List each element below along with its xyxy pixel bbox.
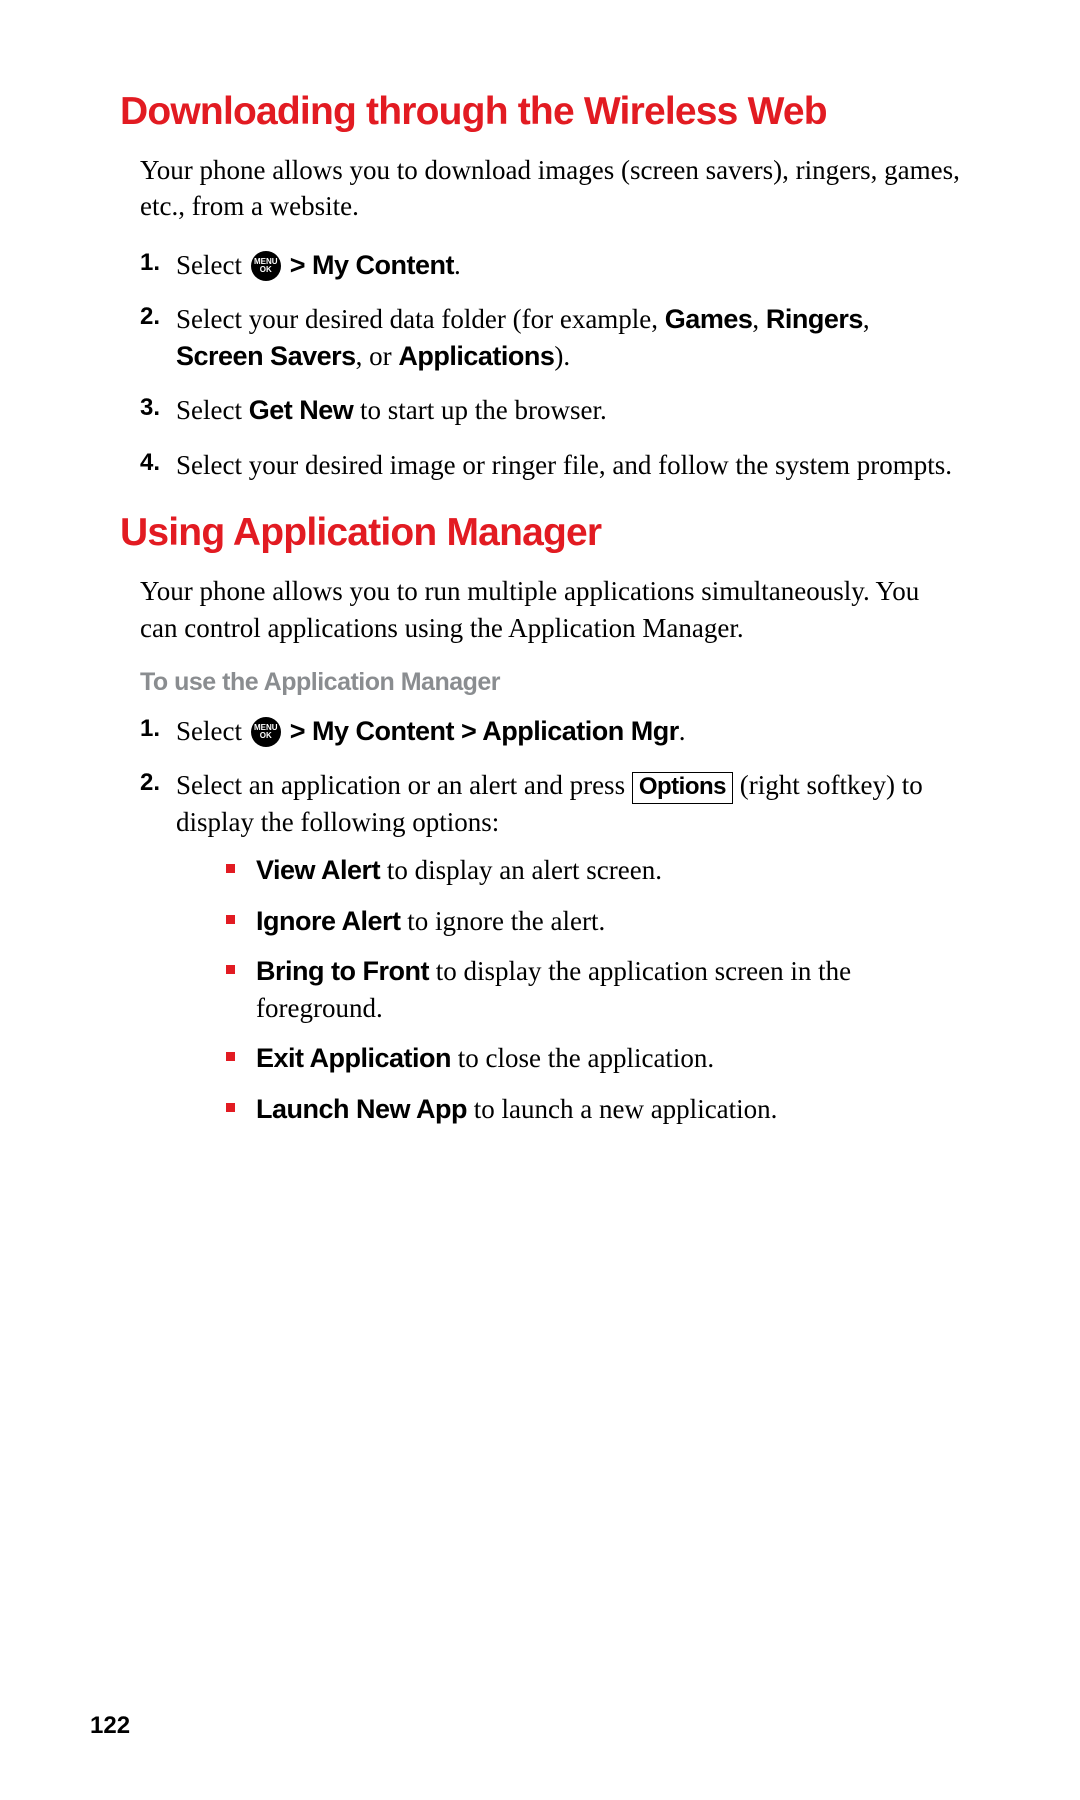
bullet-ignore-alert: Ignore Alert to ignore the alert. xyxy=(226,903,960,939)
step1-path: > My Content xyxy=(283,250,454,280)
menu-ok-icon: MENUOK xyxy=(251,717,281,747)
bullet-launch-new-app: Launch New App to launch a new applicati… xyxy=(226,1091,960,1127)
step1: Select MENUOK > My Content. xyxy=(140,247,960,283)
section2-intro: Your phone allows you to run multiple ap… xyxy=(140,573,960,646)
options-key: Options xyxy=(632,772,733,804)
menu-ok-icon: MENUOK xyxy=(251,251,281,281)
section-title-appmanager: Using Application Manager xyxy=(120,511,960,555)
section-title-downloading: Downloading through the Wireless Web xyxy=(120,90,960,134)
bullet-view-alert: View Alert to display an alert screen. xyxy=(226,852,960,888)
step2: Select your desired data folder (for exa… xyxy=(140,301,960,374)
bullet-exit-application: Exit Application to close the applicatio… xyxy=(226,1040,960,1076)
step1-after: . xyxy=(454,250,461,280)
step3: Select Get New to start up the browser. xyxy=(140,392,960,428)
section1-intro: Your phone allows you to download images… xyxy=(140,152,960,225)
section2-steps: Select MENUOK > My Content > Application… xyxy=(140,713,960,1127)
bullet-bring-to-front: Bring to Front to display the applicatio… xyxy=(226,953,960,1026)
options-list: View Alert to display an alert screen. I… xyxy=(226,852,960,1127)
page-number: 122 xyxy=(90,1712,130,1740)
appmgr-step1: Select MENUOK > My Content > Application… xyxy=(140,713,960,749)
section2-subheading: To use the Application Manager xyxy=(140,668,960,697)
appmgr-step2: Select an application or an alert and pr… xyxy=(140,767,960,1127)
step4: Select your desired image or ringer file… xyxy=(140,447,960,483)
step1-text: Select xyxy=(176,250,249,280)
manual-page: Downloading through the Wireless Web You… xyxy=(0,0,1080,1800)
section1-steps: Select MENUOK > My Content. Select your … xyxy=(140,247,960,483)
